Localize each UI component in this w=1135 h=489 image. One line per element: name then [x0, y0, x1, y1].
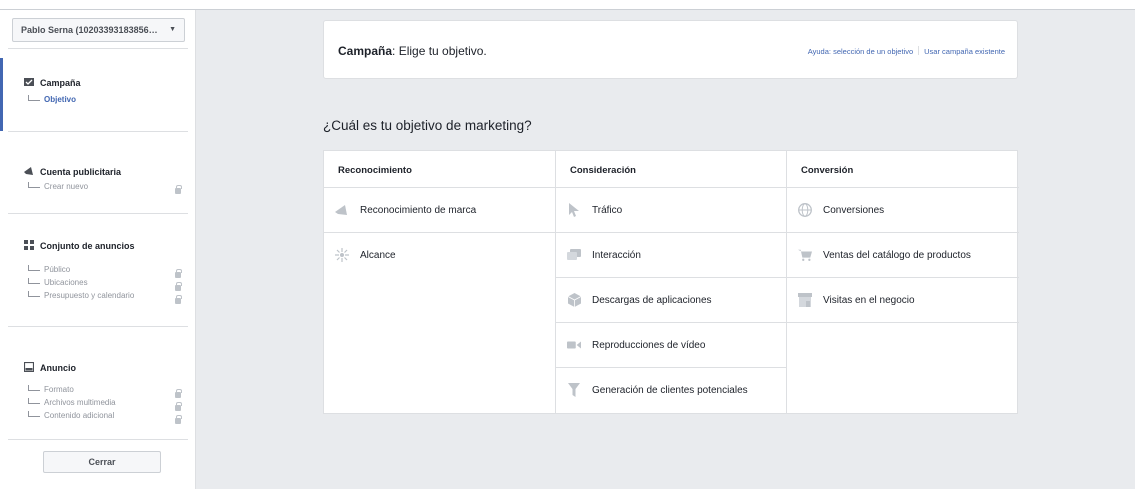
objective-conversions[interactable]: Conversiones [787, 188, 1019, 233]
sidebar-item-audience[interactable]: Público [28, 265, 70, 274]
header-card: Campaña: Elige tu objetivo. Ayuda: selec… [323, 20, 1018, 79]
sidebar-item-label: Crear nuevo [44, 182, 89, 191]
objective-label: Tráfico [592, 205, 623, 216]
campaign-icon [24, 78, 34, 86]
consideration-column: Consideración Tráfico Interacción Descar… [555, 151, 787, 413]
section-ad-account[interactable]: Cuenta publicitaria Crear nuevo [0, 132, 196, 214]
objective-lead-generation[interactable]: Generación de clientes potenciales [556, 368, 786, 413]
lock-icon [175, 269, 182, 278]
objective-catalog-sales[interactable]: Ventas del catálogo de productos [787, 233, 1019, 278]
awareness-column: Reconocimiento Reconocimiento de marca A… [324, 151, 556, 413]
lock-icon [175, 295, 182, 304]
column-header: Conversión [787, 151, 1019, 188]
objectives-grid: Reconocimiento Reconocimiento de marca A… [323, 150, 1019, 414]
section-title: Conjunto de anuncios [40, 241, 135, 251]
sidebar-item-label: Ubicaciones [44, 278, 88, 287]
account-selector-label: Pablo Serna (10203393183856… [21, 25, 158, 35]
objective-label: Ventas del catálogo de productos [823, 250, 971, 261]
sidebar: Pablo Serna (10203393183856… ▼ Campaña O… [0, 10, 196, 489]
objective-label: Alcance [360, 250, 396, 261]
divider [8, 439, 188, 440]
page-title-bold: Campaña [338, 44, 393, 58]
use-existing-campaign-link[interactable]: Usar campaña existente [924, 47, 1005, 56]
divider [8, 48, 188, 49]
top-bar [0, 0, 1135, 10]
reach-icon [335, 248, 349, 262]
objective-label: Visitas en el negocio [823, 295, 915, 306]
sidebar-item-label: Archivos multimedia [44, 398, 116, 407]
close-button[interactable]: Cerrar [43, 451, 161, 473]
video-camera-icon [567, 338, 581, 352]
grid-icon [24, 240, 34, 250]
ad-icon [24, 362, 34, 372]
lock-icon [175, 389, 182, 398]
lock-icon [175, 282, 182, 291]
marketing-question: ¿Cuál es tu objetivo de marketing? [323, 118, 532, 133]
objective-label: Reproducciones de vídeo [592, 340, 706, 351]
page-title-rest: : Elige tu objetivo. [392, 44, 487, 58]
section-title: Cuenta publicitaria [40, 167, 122, 177]
objective-engagement[interactable]: Interacción [556, 233, 786, 278]
objective-label: Conversiones [823, 205, 885, 216]
divider [918, 46, 920, 55]
help-link[interactable]: Ayuda: selección de un objetivo [808, 47, 913, 56]
section-title: Campaña [40, 78, 81, 88]
sidebar-item-budget[interactable]: Presupuesto y calendario [28, 291, 134, 300]
globe-icon [798, 203, 812, 217]
sidebar-item-objective[interactable]: Objetivo [28, 95, 76, 104]
sidebar-item-create-new[interactable]: Crear nuevo [28, 182, 88, 191]
cursor-icon [567, 203, 581, 217]
sidebar-item-additional-content[interactable]: Contenido adicional [28, 411, 114, 420]
section-title: Anuncio [40, 363, 76, 373]
objective-brand-awareness[interactable]: Reconocimiento de marca [324, 188, 556, 233]
objective-store-visits[interactable]: Visitas en el negocio [787, 278, 1019, 323]
column-header: Reconocimiento [324, 151, 556, 188]
objective-label: Descargas de aplicaciones [592, 295, 712, 306]
objective-app-installs[interactable]: Descargas de aplicaciones [556, 278, 786, 323]
shopping-cart-icon [798, 248, 812, 262]
objective-label: Generación de clientes potenciales [592, 385, 748, 396]
objective-traffic[interactable]: Tráfico [556, 188, 786, 233]
funnel-icon [567, 383, 581, 397]
sidebar-item-label: Presupuesto y calendario [44, 291, 135, 300]
objective-label: Reconocimiento de marca [360, 205, 477, 216]
objective-video-views[interactable]: Reproducciones de vídeo [556, 323, 786, 368]
sidebar-item-placements[interactable]: Ubicaciones [28, 278, 88, 287]
account-selector[interactable]: Pablo Serna (10203393183856… ▼ [12, 18, 185, 42]
conversion-column: Conversión Conversiones Ventas del catál… [787, 151, 1019, 413]
section-ad-set[interactable]: Conjunto de anuncios Público Ubicaciones… [0, 214, 196, 326]
sidebar-item-label: Contenido adicional [44, 411, 115, 420]
sidebar-item-media[interactable]: Archivos multimedia [28, 398, 116, 407]
megaphone-icon [24, 167, 33, 175]
caret-down-icon: ▼ [169, 26, 176, 33]
sidebar-item-label: Formato [44, 385, 74, 394]
chat-bubbles-icon [567, 248, 581, 262]
objective-label: Interacción [592, 250, 641, 261]
objective-reach[interactable]: Alcance [324, 233, 556, 278]
lock-icon [175, 415, 182, 424]
page-title: Campaña: Elige tu objetivo. [338, 44, 487, 58]
lock-icon [175, 185, 182, 194]
section-ad[interactable]: Anuncio Formato Archivos multimedia Cont… [0, 327, 196, 439]
sidebar-item-label: Público [44, 265, 71, 274]
header-links: Ayuda: selección de un objetivo Usar camp… [808, 46, 1005, 56]
store-icon [798, 293, 812, 307]
sidebar-item-label: Objetivo [44, 95, 77, 104]
section-campaign[interactable]: Campaña Objetivo [0, 58, 196, 131]
box-icon [567, 293, 581, 307]
megaphone-icon [335, 203, 349, 217]
column-header: Consideración [556, 151, 786, 188]
lock-icon [175, 402, 182, 411]
sidebar-item-format[interactable]: Formato [28, 385, 74, 394]
